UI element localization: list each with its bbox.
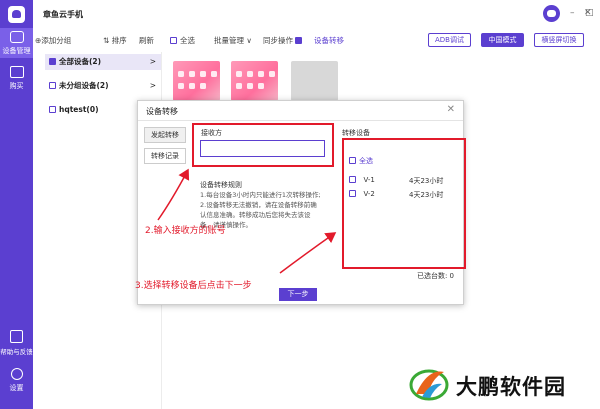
watermark-logo-icon [409,369,449,401]
watermark: 大鹏软件园 [408,362,594,406]
annotation-step3: 3.选择转移设备后点击下一步 [135,281,252,291]
arrow-to-devices [279,232,337,274]
arrow-to-receiver [157,168,190,221]
annotation-step2: 2.输入接收方的账号 [145,226,226,236]
watermark-text: 大鹏软件园 [456,375,566,399]
annotation-arrows [157,168,337,274]
